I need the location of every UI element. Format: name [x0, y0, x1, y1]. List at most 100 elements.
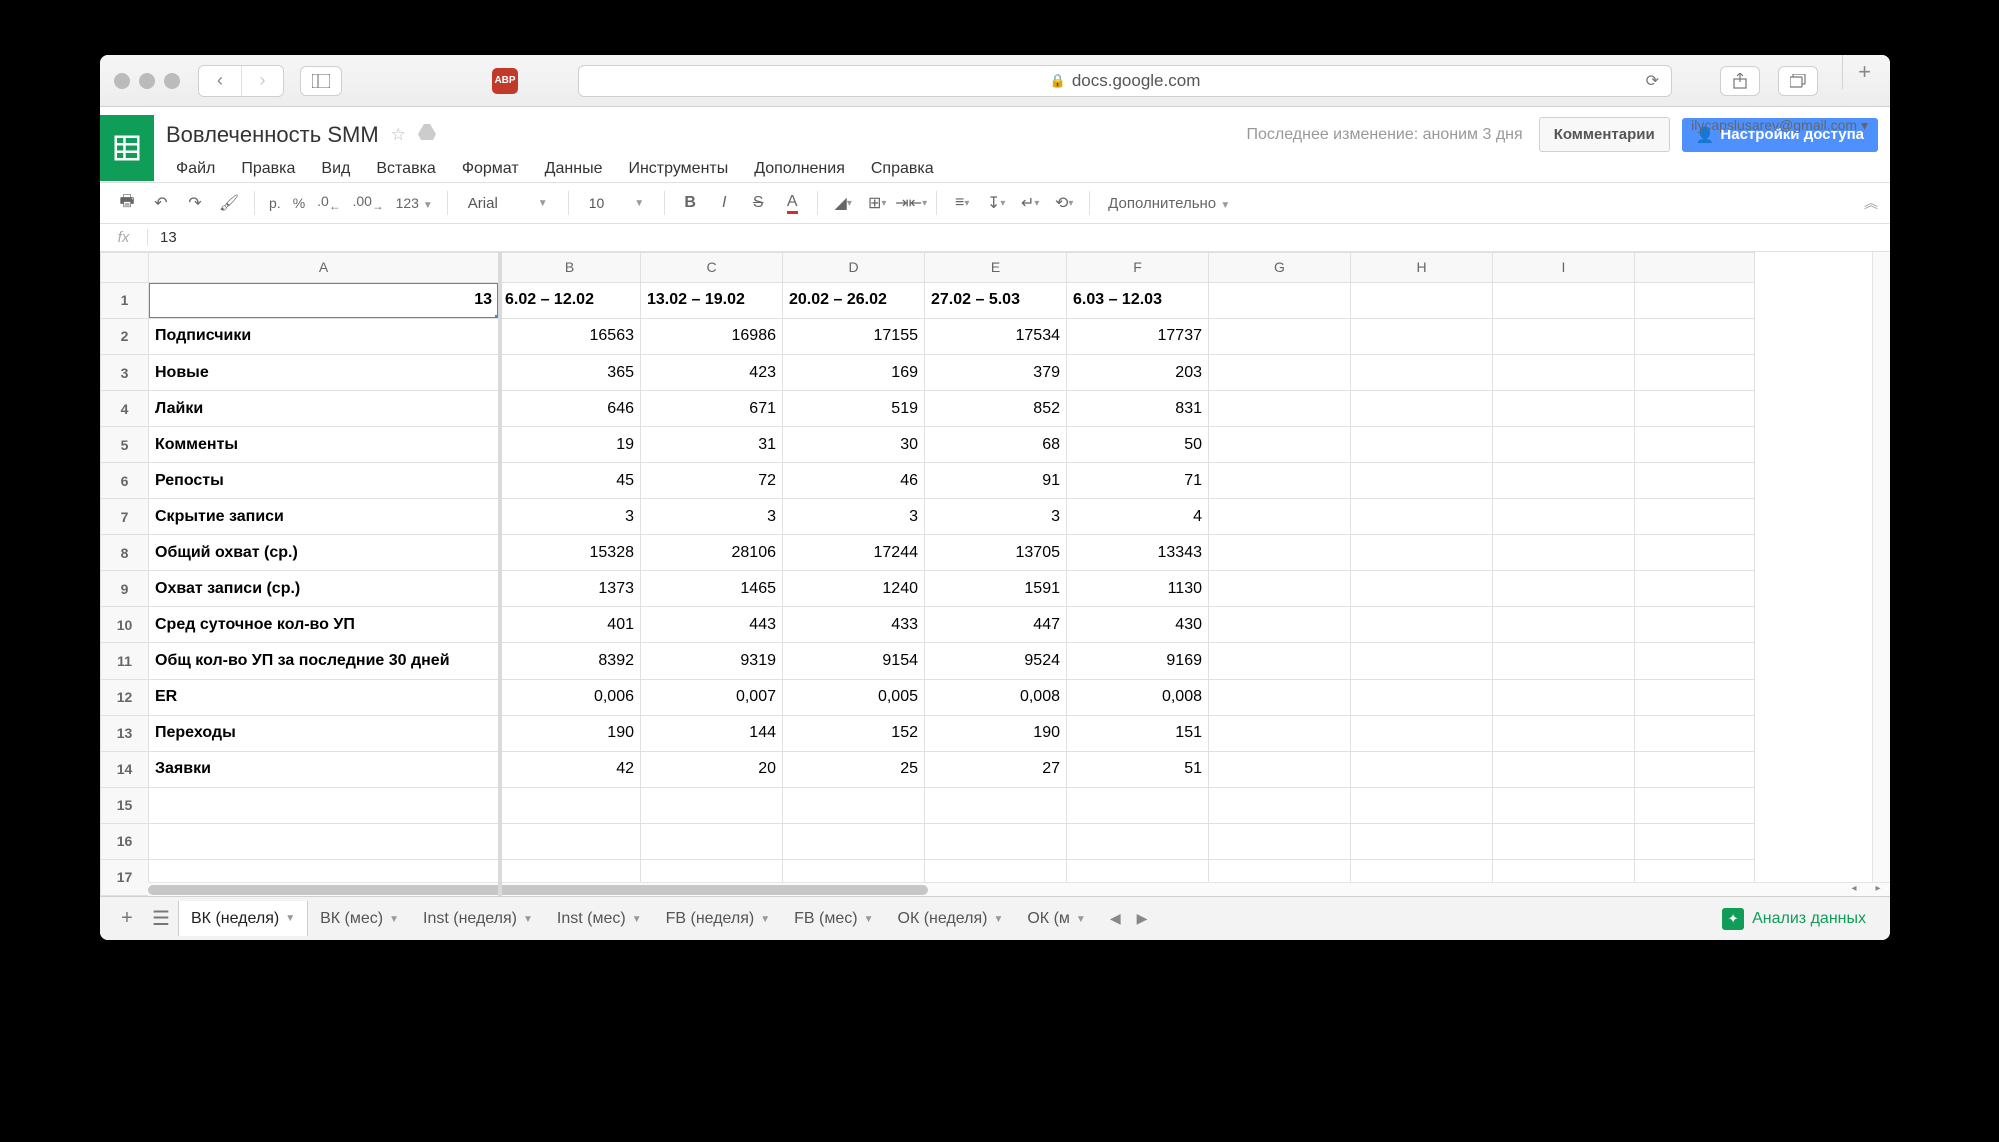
cell-A10[interactable]: Сред суточное кол-во УП: [149, 607, 499, 643]
menu-Дополнения[interactable]: Дополнения: [744, 156, 855, 182]
row-header-6[interactable]: 6: [101, 463, 149, 499]
cell-F7[interactable]: 4: [1067, 499, 1209, 535]
row-header-14[interactable]: 14: [101, 751, 149, 787]
cell-F11[interactable]: 9169: [1067, 643, 1209, 679]
sidebar-toggle-button[interactable]: [300, 66, 342, 96]
row-header-3[interactable]: 3: [101, 354, 149, 390]
cell-B9[interactable]: 1373: [499, 571, 641, 607]
cell-D13[interactable]: 152: [783, 715, 925, 751]
cell-E10[interactable]: 447: [925, 607, 1067, 643]
cell-E14[interactable]: 27: [925, 751, 1067, 787]
text-color-icon[interactable]: A: [777, 188, 807, 218]
cell-C10[interactable]: 443: [641, 607, 783, 643]
freeze-bar-vertical[interactable]: [498, 252, 502, 896]
cell-D7[interactable]: 3: [783, 499, 925, 535]
sheet-tab-menu-icon[interactable]: ▼: [993, 914, 1003, 925]
cell-C14[interactable]: 20: [641, 751, 783, 787]
cell-E6[interactable]: 91: [925, 463, 1067, 499]
font-selector[interactable]: Arial▼: [458, 195, 558, 212]
cell-C12[interactable]: 0,007: [641, 679, 783, 715]
cell-C8[interactable]: 28106: [641, 535, 783, 571]
cell-E2[interactable]: 17534: [925, 318, 1067, 354]
redo-icon[interactable]: ↷: [180, 188, 210, 218]
col-header-E[interactable]: E: [925, 253, 1067, 283]
cell-A6[interactable]: Репосты: [149, 463, 499, 499]
explore-button[interactable]: ✦ Анализ данных: [1708, 902, 1880, 936]
cell-E13[interactable]: 190: [925, 715, 1067, 751]
cell-B8[interactable]: 15328: [499, 535, 641, 571]
sheet-tab-menu-icon[interactable]: ▼: [864, 914, 874, 925]
all-sheets-button[interactable]: ☰: [144, 902, 178, 936]
cell-B11[interactable]: 8392: [499, 643, 641, 679]
row-header-15[interactable]: 15: [101, 787, 149, 823]
cell-C3[interactable]: 423: [641, 354, 783, 390]
cell-C7[interactable]: 3: [641, 499, 783, 535]
font-size-selector[interactable]: 10▼: [579, 195, 654, 211]
cell-A14[interactable]: Заявки: [149, 751, 499, 787]
sheet-tab-menu-icon[interactable]: ▼: [760, 914, 770, 925]
row-header-9[interactable]: 9: [101, 571, 149, 607]
cell-F9[interactable]: 1130: [1067, 571, 1209, 607]
increase-decimal-button[interactable]: .00→: [348, 193, 387, 213]
forward-button[interactable]: ›: [241, 66, 283, 96]
undo-icon[interactable]: ↶: [146, 188, 176, 218]
col-header-A[interactable]: A: [149, 253, 499, 283]
sheet-tab-menu-icon[interactable]: ▼: [389, 914, 399, 925]
row-header-1[interactable]: 1: [101, 282, 149, 318]
close-window-icon[interactable]: [114, 73, 130, 89]
cell-E5[interactable]: 68: [925, 427, 1067, 463]
row-header-2[interactable]: 2: [101, 318, 149, 354]
reload-icon[interactable]: ⟳: [1646, 71, 1659, 91]
cell-F4[interactable]: 831: [1067, 391, 1209, 427]
cell-D12[interactable]: 0,005: [783, 679, 925, 715]
sheet-tab-menu-icon[interactable]: ▼: [523, 914, 533, 925]
cell-B13[interactable]: 190: [499, 715, 641, 751]
cell-A13[interactable]: Переходы: [149, 715, 499, 751]
cell-F13[interactable]: 151: [1067, 715, 1209, 751]
cell-C9[interactable]: 1465: [641, 571, 783, 607]
cell-F14[interactable]: 51: [1067, 751, 1209, 787]
text-rotation-icon[interactable]: ⟲▾: [1049, 188, 1079, 218]
zoom-window-icon[interactable]: [164, 73, 180, 89]
address-bar[interactable]: 🔒 docs.google.com ⟳: [578, 65, 1672, 97]
col-header-C[interactable]: C: [641, 253, 783, 283]
cell-B12[interactable]: 0,006: [499, 679, 641, 715]
cell-B2[interactable]: 16563: [499, 318, 641, 354]
sheet-tab-3[interactable]: Inst (мес)▼: [545, 901, 654, 936]
share-button[interactable]: [1720, 66, 1760, 96]
cell-C4[interactable]: 671: [641, 391, 783, 427]
cell-D6[interactable]: 46: [783, 463, 925, 499]
vertical-scrollbar[interactable]: [1872, 252, 1890, 896]
sheet-tab-1[interactable]: ВК (мес)▼: [308, 901, 411, 936]
sheet-tab-menu-icon[interactable]: ▼: [285, 913, 295, 924]
sheet-tab-0[interactable]: ВК (неделя)▼: [178, 901, 308, 936]
cell-E7[interactable]: 3: [925, 499, 1067, 535]
sheet-tab-5[interactable]: FB (мес)▼: [782, 901, 885, 936]
sheet-tab-7[interactable]: ОК (м▼: [1015, 901, 1097, 936]
cell-A9[interactable]: Охват записи (ср.): [149, 571, 499, 607]
menu-Данные[interactable]: Данные: [535, 156, 613, 182]
minimize-window-icon[interactable]: [139, 73, 155, 89]
cell-F8[interactable]: 13343: [1067, 535, 1209, 571]
decrease-decimal-button[interactable]: .0←: [313, 193, 344, 213]
cell-A3[interactable]: Новые: [149, 354, 499, 390]
cell-A5[interactable]: Комменты: [149, 427, 499, 463]
row-header-7[interactable]: 7: [101, 499, 149, 535]
cell-F2[interactable]: 17737: [1067, 318, 1209, 354]
cell-F5[interactable]: 50: [1067, 427, 1209, 463]
cell-D8[interactable]: 17244: [783, 535, 925, 571]
menu-Формат[interactable]: Формат: [452, 156, 529, 182]
new-tab-button[interactable]: +: [1842, 55, 1876, 89]
cell-C5[interactable]: 31: [641, 427, 783, 463]
cell-D14[interactable]: 25: [783, 751, 925, 787]
text-wrap-icon[interactable]: ↵▾: [1015, 188, 1045, 218]
cell-E4[interactable]: 852: [925, 391, 1067, 427]
doc-title[interactable]: Вовлеченность SMM: [166, 122, 379, 148]
v-align-icon[interactable]: ↧▾: [981, 188, 1011, 218]
bold-icon[interactable]: B: [675, 188, 705, 218]
menu-Файл[interactable]: Файл: [166, 156, 225, 182]
cell-A2[interactable]: Подписчики: [149, 318, 499, 354]
sheet-tab-4[interactable]: FB (неделя)▼: [654, 901, 783, 936]
comments-button[interactable]: Комментарии: [1539, 117, 1670, 152]
cell-E3[interactable]: 379: [925, 354, 1067, 390]
